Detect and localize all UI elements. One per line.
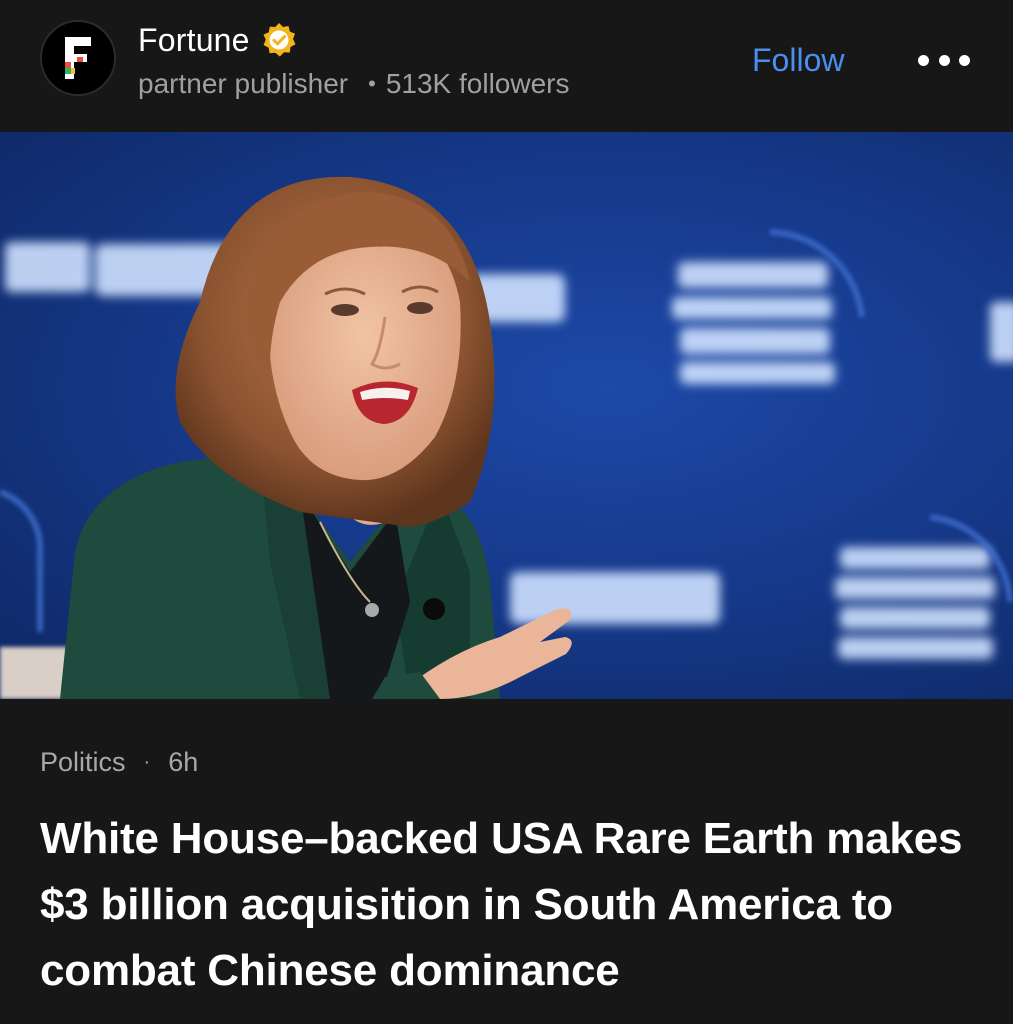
separator-dot: · bbox=[143, 750, 151, 773]
speaker-photo bbox=[0, 176, 1013, 699]
separator-dot: • bbox=[368, 71, 376, 96]
article-age: 6h bbox=[168, 746, 199, 777]
article-meta: Politics · 6h bbox=[40, 740, 198, 784]
verified-badge-icon bbox=[260, 21, 298, 59]
more-options-icon[interactable] bbox=[918, 40, 970, 80]
article-category[interactable]: Politics bbox=[40, 747, 126, 778]
follow-button[interactable]: Follow bbox=[752, 38, 844, 82]
article-card: Fortune partner publisher • 513K followe… bbox=[0, 0, 1013, 1024]
publisher-name[interactable]: Fortune bbox=[138, 22, 250, 59]
dot bbox=[938, 54, 950, 66]
publisher-subline: partner publisher • 513K followers bbox=[138, 64, 569, 104]
fortune-f-logo-icon bbox=[65, 37, 91, 79]
article-hero-image[interactable] bbox=[0, 132, 1013, 699]
publisher-type: partner publisher bbox=[138, 68, 349, 99]
follower-count: 513K followers bbox=[385, 68, 570, 99]
publisher-name-row: Fortune bbox=[138, 18, 298, 62]
publisher-header: Fortune partner publisher • 513K followe… bbox=[0, 0, 1013, 132]
dot bbox=[959, 54, 970, 66]
article-headline[interactable]: White House–backed USA Rare Earth makes … bbox=[40, 806, 980, 1004]
dot bbox=[918, 54, 929, 66]
publisher-logo[interactable] bbox=[40, 20, 116, 96]
